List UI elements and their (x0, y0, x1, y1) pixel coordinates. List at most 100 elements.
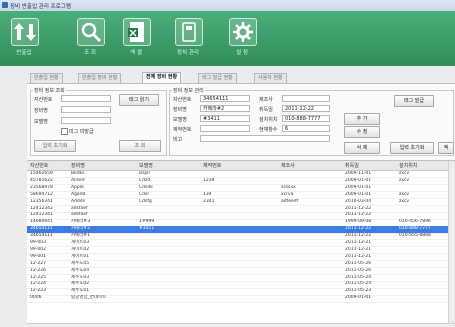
search-query-button[interactable]: 조 회 (119, 140, 161, 152)
name-label: 장비명 (34, 108, 48, 114)
table-cell: 1234 (203, 177, 215, 183)
table-cell: 1#999 (139, 219, 155, 225)
search-model-input[interactable] (61, 117, 111, 124)
table-cell: 12356241 (30, 198, 53, 204)
table-cell: 23568978 (30, 184, 53, 190)
inout-button[interactable]: 반출입 (8, 15, 40, 62)
table-cell: 게이트02 (71, 246, 90, 252)
table-cell: 12-226 (30, 267, 46, 273)
serial-label: 제작번호 (173, 127, 192, 133)
maker-input[interactable] (282, 95, 330, 102)
query-button[interactable]: 조 회 (74, 15, 106, 62)
table-cell: 카메라#1 (71, 233, 91, 239)
tab-users[interactable]: 사용자 현황 (254, 73, 287, 83)
col-maker[interactable]: 제조사 (281, 162, 295, 169)
table-cell: Allsed (71, 177, 85, 183)
table-cell: 99-001 (30, 253, 46, 259)
main-toolbar: 반출입 조 회 엑 셀 장치 관리 설 정 (0, 11, 455, 66)
delete-button[interactable]: 삭 제 (344, 142, 380, 154)
excel-button[interactable]: 엑 셀 (120, 15, 152, 62)
manage-model-input[interactable]: #3411 (200, 115, 250, 122)
toolbar-label: 반출입 (16, 50, 32, 56)
manage-group: 장비 정보 관리 자산번호 34654111 제조사 태그 발급 장비명 카메라… (169, 87, 454, 156)
note-label: 비고 (173, 137, 183, 143)
table-cell: Cdsl (139, 191, 149, 197)
location-input[interactable]: 010-888-7777 (282, 115, 330, 122)
no-tag-checkbox[interactable] (61, 128, 68, 135)
equipment-grid[interactable]: 자산번호 장비명 모델명 제작번호 제조사 취득일 설치위치 15462659 B… (27, 160, 455, 327)
acquired-date-label: 취득일 (259, 107, 273, 113)
grid-header: 자산번호 장비명 모델명 제작번호 제조사 취득일 설치위치 (27, 161, 455, 171)
col-name[interactable]: 장비명 (71, 162, 85, 169)
app-window: 장비 반출입 관리 프로그램 반출입 조 회 엑 셀 장치 관리 설 정 반출입… (0, 0, 455, 327)
table-cell: 제주도04 (71, 267, 90, 273)
table-cell: 010-555-8888 (399, 233, 431, 239)
table-cell: zxcv (399, 191, 410, 197)
table-cell: 2009-01-01 (345, 191, 372, 197)
table-cell: 제주도03 (71, 274, 90, 280)
col-serial[interactable]: 제작번호 (203, 162, 221, 169)
table-cell: adsfaef (71, 212, 88, 218)
manage-model-label: 모델명 (173, 117, 187, 123)
magnifier-icon (77, 18, 105, 46)
table-cell: 010-456-7896 (399, 219, 431, 225)
table-cell: 45785622 (30, 177, 53, 183)
table-cell: Cdsdk (139, 184, 153, 190)
col-asset[interactable]: 자산번호 (30, 162, 48, 169)
table-cell: 1999-09-08 (345, 219, 372, 225)
manage-asset-input[interactable]: 34654111 (200, 95, 250, 102)
table-cell: 010-888-7777 (399, 226, 431, 232)
tab-tag-issue[interactable]: 태그 발급 현황 (198, 73, 237, 83)
device-manage-button[interactable]: 장치 관리 (172, 15, 204, 62)
settings-button[interactable]: 설 정 (226, 15, 258, 62)
table-cell: Bkdks (71, 171, 85, 176)
search-name-input[interactable] (61, 106, 111, 113)
table-cell: 134 (203, 191, 212, 197)
table-cell: 2011-05-24 (345, 281, 372, 287)
tab-inout-status[interactable]: 반출입 현황 (30, 73, 63, 83)
table-cell: 2011-05-26 (345, 260, 372, 266)
table-cell: adfeedf (281, 198, 299, 204)
toolbar-label: 장치 관리 (177, 50, 199, 56)
count-input[interactable]: 6 (282, 125, 330, 132)
col-location[interactable]: 설치위치 (399, 162, 417, 169)
manage-name-input[interactable]: 카메라#2 (200, 105, 250, 112)
table-cell: zxcv (399, 198, 410, 204)
table-cell: 12-225 (30, 274, 46, 280)
table-cell: 제주도05 (71, 260, 90, 266)
table-cell: 2011-05-23 (345, 288, 372, 294)
horizontal-scrollbar[interactable] (27, 323, 455, 327)
table-cell: 12-227 (30, 260, 46, 266)
excel-export-button[interactable]: 엑 (438, 142, 454, 154)
col-date[interactable]: 취득일 (345, 162, 359, 169)
note-input[interactable] (200, 135, 330, 142)
search-asset-input[interactable] (61, 95, 111, 102)
tab-all-equipment[interactable]: 전체 장비 현황 (142, 72, 182, 83)
serial-input[interactable] (200, 125, 250, 132)
tag-issue-button[interactable]: 태그 발급 (394, 95, 434, 107)
table-cell: 2009-11-01 (345, 171, 372, 176)
table-row[interactable]: 0006 탐공영상_면데이트 2009-01-01 (27, 295, 455, 303)
gear-icon (229, 18, 257, 46)
acquired-date-picker[interactable]: 2011-12-22 (282, 105, 330, 112)
table-cell: 2341 (203, 198, 215, 204)
table-cell: Cdzd (139, 177, 151, 183)
edit-button[interactable]: 수 정 (344, 126, 380, 138)
manage-init-button[interactable]: 입력 초기화 (390, 142, 434, 154)
tag-read-button[interactable]: 태그 읽기 (119, 94, 159, 106)
manage-asset-label: 자산번호 (173, 97, 192, 103)
table-cell: Apple (71, 184, 84, 190)
toolbar-label: 조 회 (84, 50, 96, 56)
search-init-button[interactable]: 입력 초기화 (34, 140, 76, 152)
model-label: 모델명 (34, 119, 48, 125)
add-button[interactable]: 추 가 (344, 113, 380, 125)
table-cell: 게이트03 (71, 240, 90, 245)
vertical-scrollbar[interactable] (448, 161, 455, 327)
col-model[interactable]: 모델명 (139, 162, 153, 169)
manage-name-label: 장비명 (173, 107, 187, 113)
table-cell: 2010-03-04 (345, 198, 372, 204)
table-cell: 58694712 (30, 191, 53, 197)
tab-inout-equipment[interactable]: 반출입 장비 현황 (78, 73, 122, 83)
table-cell: ssssxx (281, 184, 296, 190)
table-cell: 14684641 (30, 219, 53, 225)
